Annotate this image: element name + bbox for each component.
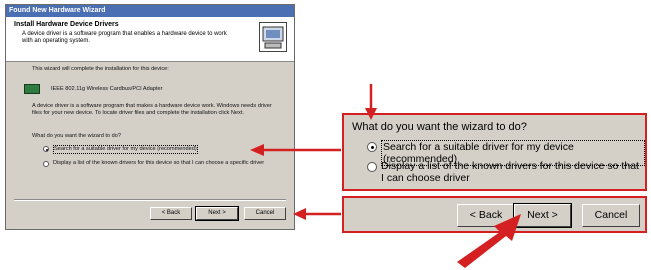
annotation-arrow-options xyxy=(250,144,341,156)
annotation-arrow-down xyxy=(365,84,377,120)
annotation-arrow-buttons xyxy=(293,208,341,220)
annotation-cursor-arrow xyxy=(457,214,521,268)
annotation-arrows xyxy=(250,84,521,268)
